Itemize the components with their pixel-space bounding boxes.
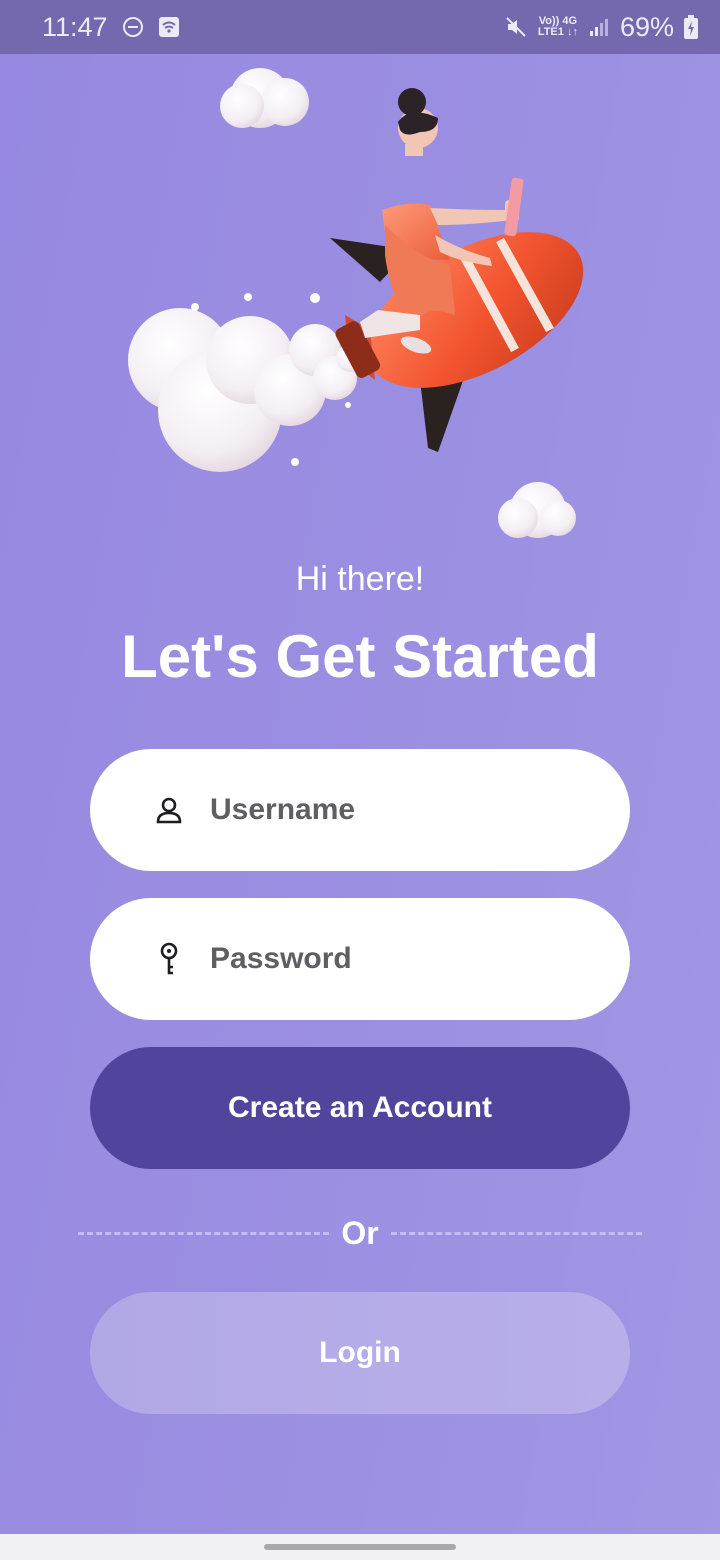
battery-percent: 69%	[619, 11, 674, 42]
key-icon	[154, 942, 184, 976]
page-title: Let's Get Started	[121, 623, 599, 690]
exhaust-cloud	[128, 293, 364, 472]
status-time: 11:47	[42, 11, 108, 42]
username-placeholder: Username	[210, 793, 356, 826]
network-bottom-label: LTE1 ↓↑	[537, 26, 578, 38]
create-account-label: Create an Account	[228, 1091, 492, 1124]
cloud-small-top	[220, 68, 309, 128]
rocket-illustration	[128, 68, 584, 538]
status-right: Vo)) 4G LTE1 ↓↑ 69%	[504, 12, 698, 43]
divider-line-left	[78, 1231, 330, 1235]
mute-icon	[506, 17, 526, 37]
or-divider: Or	[78, 1210, 642, 1256]
username-field[interactable]: Username	[90, 749, 630, 871]
do-not-disturb-icon	[122, 17, 143, 37]
create-account-button[interactable]: Create an Account	[90, 1047, 630, 1169]
or-label: Or	[341, 1214, 379, 1251]
login-label: Login	[319, 1336, 401, 1369]
login-button[interactable]: Login	[90, 1292, 630, 1414]
wifi-icon	[158, 17, 179, 37]
password-placeholder: Password	[210, 942, 352, 975]
signal-icon	[589, 19, 608, 36]
battery-icon	[684, 15, 698, 39]
home-gesture-handle[interactable]	[264, 1544, 456, 1550]
navigation-bar	[0, 1534, 720, 1560]
status-left: 11:47	[42, 12, 180, 43]
person-icon	[154, 793, 184, 827]
password-field[interactable]: Password	[90, 898, 630, 1020]
divider-line-right	[390, 1231, 642, 1235]
cloud-small-bottom	[498, 482, 576, 538]
greeting-text: Hi there!	[295, 560, 425, 598]
rocket-body	[335, 232, 584, 388]
status-bar: 11:47 Vo)) 4G LTE1 ↓↑ 69%	[0, 0, 720, 54]
network-indicator: Vo)) 4G LTE1 ↓↑	[538, 16, 578, 38]
